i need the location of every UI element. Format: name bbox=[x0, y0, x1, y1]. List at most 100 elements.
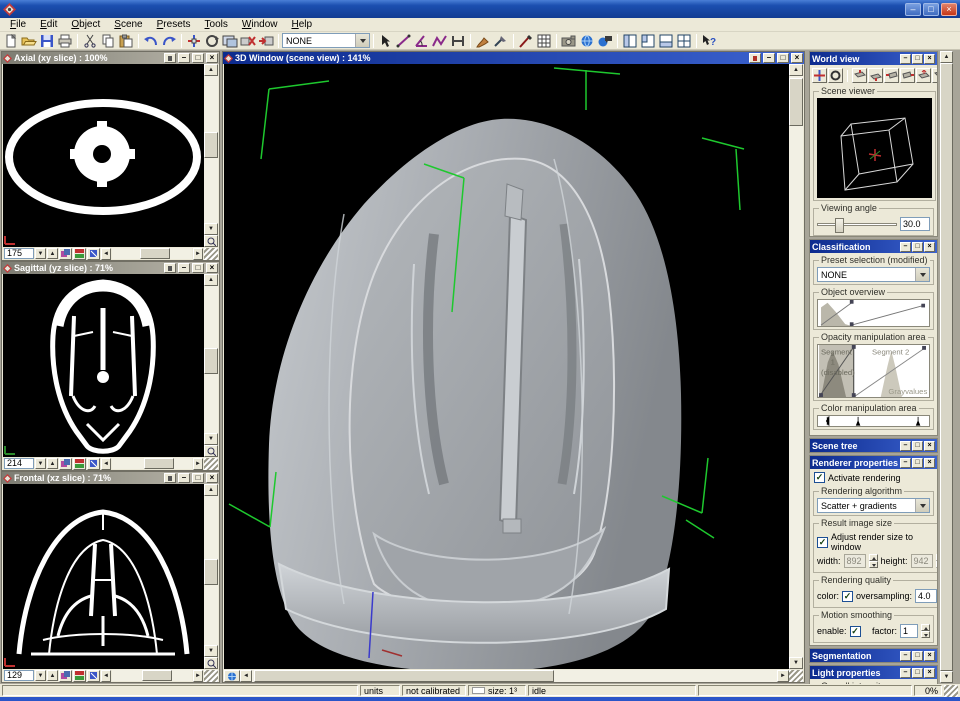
slider-thumb[interactable] bbox=[835, 218, 844, 233]
restore-button[interactable]: – bbox=[900, 651, 911, 661]
viewing-angle-slider[interactable] bbox=[817, 223, 897, 226]
close-button[interactable]: × bbox=[924, 458, 935, 468]
menu-help[interactable]: Help bbox=[285, 19, 318, 30]
motion-enable-checkbox[interactable]: ✓ bbox=[850, 626, 861, 637]
activate-rendering-checkbox[interactable]: ✓ bbox=[814, 472, 825, 483]
chevron-down-icon[interactable] bbox=[915, 268, 929, 281]
resize-grip[interactable] bbox=[204, 458, 218, 470]
opacity-histogram[interactable]: Segment 1 (disabled) Segment 2 Grayvalue… bbox=[817, 344, 930, 398]
caliper-measure-icon[interactable] bbox=[449, 33, 467, 49]
view-right-icon[interactable] bbox=[900, 68, 915, 83]
pin-button[interactable] bbox=[164, 473, 176, 483]
chevron-down-icon[interactable] bbox=[915, 499, 929, 512]
close-button[interactable]: × bbox=[924, 651, 935, 661]
title-bar[interactable]: – □ × bbox=[0, 0, 960, 18]
scene-horizontal-scrollbar[interactable]: ◄ ► bbox=[224, 670, 789, 682]
copy-icon[interactable] bbox=[99, 33, 117, 49]
zoom-in-icon[interactable] bbox=[204, 445, 218, 457]
color-bar[interactable] bbox=[817, 415, 930, 427]
print-icon[interactable] bbox=[56, 33, 74, 49]
close-button[interactable]: × bbox=[206, 263, 218, 273]
dock-scrollbar[interactable]: ▲ ▼ bbox=[940, 51, 953, 683]
scroll-right-icon[interactable]: ► bbox=[193, 248, 203, 260]
toolbar-preset-dropdown[interactable]: NONE bbox=[282, 33, 370, 48]
adjust-render-size-checkbox[interactable]: ✓ bbox=[817, 537, 828, 548]
sagittal-viewport[interactable] bbox=[3, 274, 204, 457]
open-folder-icon[interactable] bbox=[20, 33, 38, 49]
menu-scene[interactable]: Scene bbox=[108, 19, 148, 30]
scroll-left-icon[interactable]: ◄ bbox=[101, 670, 111, 682]
rotate-scene-icon[interactable] bbox=[203, 33, 221, 49]
pin-button[interactable] bbox=[749, 53, 761, 63]
scroll-left-icon[interactable]: ◄ bbox=[240, 670, 252, 682]
zoom-in-icon[interactable] bbox=[204, 235, 218, 247]
width-spinner[interactable] bbox=[869, 554, 878, 568]
minimize-button[interactable]: – bbox=[900, 242, 911, 252]
save-icon[interactable] bbox=[38, 33, 56, 49]
height-field[interactable]: 942 bbox=[911, 554, 933, 568]
close-button[interactable]: × bbox=[941, 3, 957, 16]
undo-icon[interactable] bbox=[142, 33, 160, 49]
slice-export-icon[interactable] bbox=[87, 458, 100, 470]
scene-3d-title-bar[interactable]: 3D Window (scene view) : 141% – □ × bbox=[223, 52, 804, 64]
layout-two-pane-icon[interactable] bbox=[621, 33, 639, 49]
snapshot-icon[interactable] bbox=[560, 33, 578, 49]
cut-icon[interactable] bbox=[81, 33, 99, 49]
minimize-button[interactable]: – bbox=[178, 263, 190, 273]
new-icon[interactable] bbox=[2, 33, 20, 49]
axial-title-bar[interactable]: Axial (xy slice) : 100% – □ × bbox=[2, 52, 219, 64]
scroll-up-icon[interactable]: ▲ bbox=[940, 51, 953, 63]
frontal-title-bar[interactable]: Frontal (xz slice) : 71% – □ × bbox=[2, 472, 219, 484]
scene-vertical-scrollbar[interactable]: ▲ ▼ bbox=[789, 64, 803, 669]
height-spinner[interactable] bbox=[936, 554, 938, 568]
scene-3d-viewport[interactable] bbox=[224, 64, 789, 669]
scroll-left-icon[interactable]: ◄ bbox=[101, 458, 111, 470]
pin-button[interactable] bbox=[164, 263, 176, 273]
maximize-button[interactable]: □ bbox=[777, 53, 789, 63]
frontal-viewport[interactable] bbox=[3, 484, 204, 669]
frontal-slice-number[interactable]: 129 bbox=[4, 670, 34, 681]
segmentation-title-bar[interactable]: Segmentation – □ × bbox=[810, 649, 937, 662]
scroll-right-icon[interactable]: ► bbox=[193, 670, 203, 682]
maximize-button[interactable]: □ bbox=[192, 53, 204, 63]
scroll-down-icon[interactable]: ▼ bbox=[204, 433, 218, 445]
minimize-button[interactable]: – bbox=[905, 3, 921, 16]
scroll-up-icon[interactable]: ▲ bbox=[204, 274, 218, 286]
view-front-icon[interactable] bbox=[852, 68, 867, 83]
axial-viewport[interactable] bbox=[3, 64, 204, 247]
polyline-measure-icon[interactable] bbox=[431, 33, 449, 49]
layout-bottom-pane-icon[interactable] bbox=[657, 33, 675, 49]
factor-field[interactable]: 1 bbox=[900, 624, 918, 638]
scroll-down-icon[interactable]: ▼ bbox=[940, 671, 953, 683]
preset-dropdown[interactable]: NONE bbox=[817, 267, 930, 282]
context-help-icon[interactable]: ? bbox=[700, 33, 718, 49]
close-button[interactable]: × bbox=[924, 668, 935, 678]
transform-object-icon[interactable] bbox=[185, 33, 203, 49]
scroll-down-icon[interactable]: ▼ bbox=[204, 645, 218, 657]
scroll-up-icon[interactable]: ▲ bbox=[204, 64, 218, 76]
scroll-up-icon[interactable]: ▲ bbox=[204, 484, 218, 496]
scroll-down-icon[interactable]: ▼ bbox=[789, 657, 803, 669]
zoom-in-icon[interactable] bbox=[204, 657, 218, 669]
angle-measure-icon[interactable] bbox=[413, 33, 431, 49]
scene-camera-icon[interactable] bbox=[224, 670, 240, 682]
window-resize-grip[interactable] bbox=[944, 685, 958, 697]
layout-quad-icon[interactable] bbox=[675, 33, 693, 49]
close-button[interactable]: × bbox=[924, 242, 935, 252]
maximize-button[interactable]: □ bbox=[923, 3, 939, 16]
import-object-icon[interactable] bbox=[257, 33, 275, 49]
delete-object-icon[interactable] bbox=[239, 33, 257, 49]
minimize-button[interactable]: – bbox=[900, 458, 911, 468]
menu-edit[interactable]: Edit bbox=[34, 19, 63, 30]
minimize-button[interactable]: – bbox=[900, 668, 911, 678]
axial-vertical-scrollbar[interactable]: ▲ ▼ bbox=[204, 64, 218, 247]
maximize-button[interactable]: □ bbox=[912, 651, 923, 661]
world-view-title-bar[interactable]: World view – □ × bbox=[810, 52, 937, 65]
viewing-angle-value[interactable]: 30.0 bbox=[900, 217, 930, 231]
slice-dropdown-icon[interactable]: ▼ bbox=[35, 670, 46, 681]
menu-file[interactable]: File bbox=[4, 19, 32, 30]
close-button[interactable]: × bbox=[206, 473, 218, 483]
slice-export-icon[interactable] bbox=[87, 248, 100, 260]
scroll-down-icon[interactable]: ▼ bbox=[204, 223, 218, 235]
sagittal-vertical-scrollbar[interactable]: ▲ ▼ bbox=[204, 274, 218, 457]
